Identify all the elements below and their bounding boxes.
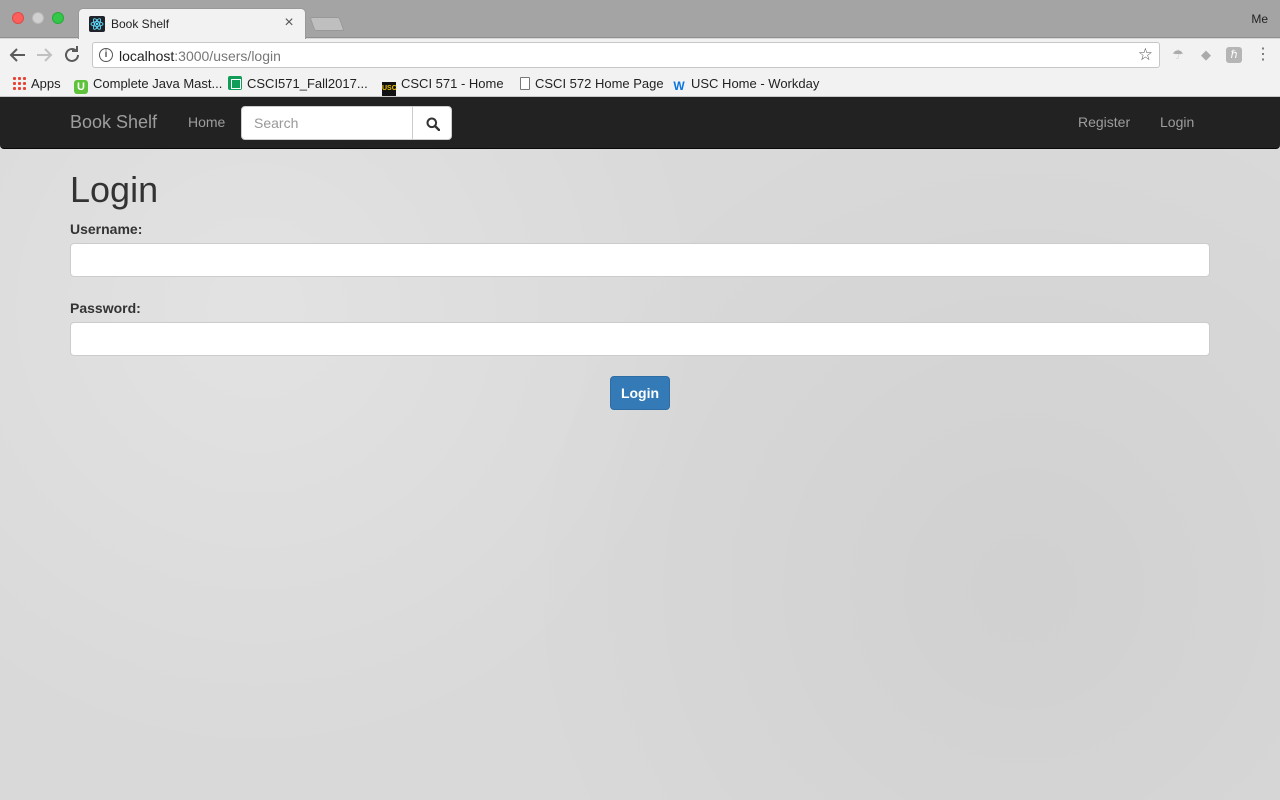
bookmark-star-icon[interactable]: ☆	[1138, 45, 1153, 65]
username-field[interactable]	[70, 243, 1210, 277]
sheets-icon	[228, 76, 242, 90]
back-arrow-icon[interactable]	[6, 43, 30, 67]
bookmarks-bar: Apps U Complete Java Mast... CSCI571_Fall…	[0, 71, 1280, 97]
nav-login-link[interactable]: Login	[1160, 114, 1194, 130]
browser-tab-active[interactable]: Book Shelf ×	[78, 8, 306, 39]
search-icon	[426, 117, 440, 131]
apps-grid-icon	[12, 76, 26, 90]
window-close-button[interactable]	[12, 12, 24, 24]
workday-icon: W	[673, 79, 685, 93]
browser-tab-bar: Book Shelf × Me	[0, 0, 1280, 39]
username-label: Username:	[70, 221, 143, 237]
usc-icon: USC	[382, 82, 397, 96]
forward-arrow-icon[interactable]	[32, 43, 56, 67]
bookmark-workday[interactable]: W USC Home - Workday	[672, 75, 819, 93]
login-submit-button[interactable]: Login	[610, 376, 670, 410]
info-icon[interactable]: i	[99, 48, 113, 62]
bookmark-csci571-sheet[interactable]: CSCI571_Fall2017...	[228, 75, 368, 93]
extension-letter-icon[interactable]: ℏ	[1226, 47, 1242, 63]
search-input[interactable]	[241, 106, 413, 140]
reload-icon[interactable]	[60, 43, 84, 67]
password-field[interactable]	[70, 322, 1210, 356]
bookmark-java-course[interactable]: U Complete Java Mast...	[74, 75, 222, 94]
profile-button[interactable]: Me	[1251, 12, 1268, 26]
new-tab-button[interactable]	[309, 17, 345, 31]
page-title: Login	[70, 169, 159, 210]
nav-register-link[interactable]: Register	[1078, 114, 1130, 130]
search-button[interactable]	[412, 106, 452, 140]
react-icon	[89, 16, 105, 32]
dropbox-icon[interactable]: ◆	[1198, 47, 1214, 63]
document-icon	[520, 77, 530, 90]
udemy-icon: U	[74, 80, 88, 94]
window-maximize-button[interactable]	[52, 12, 64, 24]
bookmark-csci572[interactable]: CSCI 572 Home Page	[518, 75, 664, 93]
url-text: localhost:3000/users/login	[119, 48, 281, 64]
page-content: Book Shelf Home Register Login Login Use…	[0, 97, 1280, 800]
search-form	[241, 106, 452, 140]
tab-title: Book Shelf	[111, 17, 170, 31]
bookmark-apps[interactable]: Apps	[12, 75, 61, 93]
brand-link[interactable]: Book Shelf	[70, 112, 157, 133]
extension-umbrella-icon[interactable]: ☂	[1170, 47, 1186, 63]
bookmark-csci571-home[interactable]: USC CSCI 571 - Home	[382, 75, 504, 96]
password-label: Password:	[70, 300, 141, 316]
nav-home-link[interactable]: Home	[188, 114, 225, 130]
window-minimize-button[interactable]	[32, 12, 44, 24]
address-bar[interactable]: i localhost:3000/users/login ☆	[92, 42, 1160, 68]
site-navbar: Book Shelf Home Register Login	[0, 97, 1280, 149]
browser-menu-icon[interactable]: ⋮	[1255, 44, 1271, 66]
browser-toolbar: i localhost:3000/users/login ☆ ☂ ◆ ℏ ⋮	[0, 39, 1280, 71]
tab-close-icon[interactable]: ×	[281, 14, 297, 32]
